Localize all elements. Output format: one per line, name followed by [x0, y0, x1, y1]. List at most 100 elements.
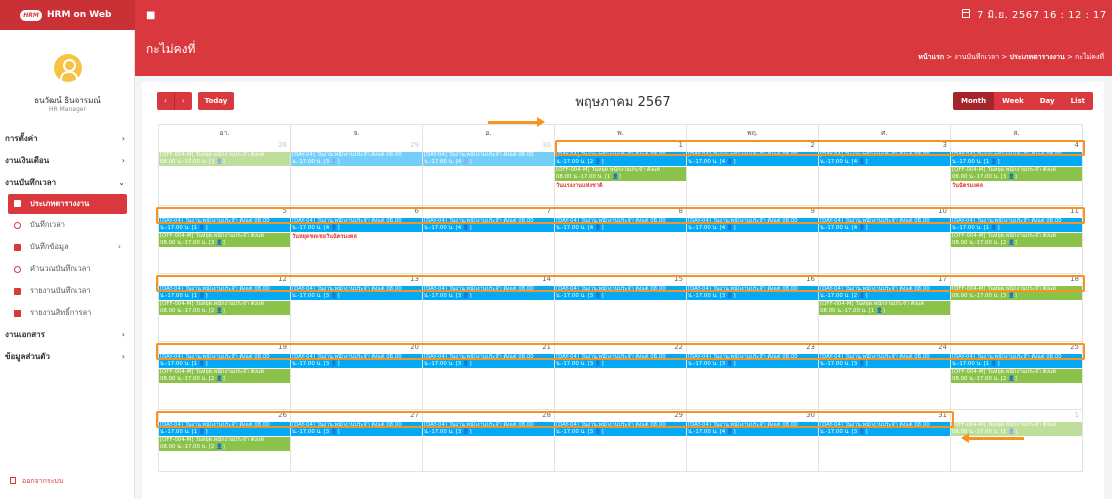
calendar-event[interactable]: [DAY-04] วันงาน.พนักงานประจำ ตั้งแต่ 08.…: [687, 354, 818, 368]
calendar-day[interactable]: 16 [DAY-04] วันงาน.พนักงานประจำ ตั้งแต่ …: [687, 274, 819, 341]
calendar-event[interactable]: [DAY-04] วันงาน.พนักงานประจำ ตั้งแต่ 08.…: [423, 286, 554, 300]
calendar-event[interactable]: [OFF-004-M] วันหยุด.พนักงานประจำ ตั้งแต่…: [159, 301, 290, 315]
calendar-day[interactable]: 12 [DAY-04] วันงาน.พนักงานประจำ ตั้งแต่ …: [159, 274, 291, 341]
calendar-event[interactable]: [DAY-04] วันงาน.พนักงานประจำ ตั้งแต่ 08.…: [423, 354, 554, 368]
calendar-day[interactable]: 28 [OFF-004-M] วันหยุด.พนักงานประจำ ตั้ง…: [159, 140, 291, 205]
calendar-event[interactable]: [DAY-04] วันงาน.พนักงานประจำ ตั้งแต่ 08.…: [951, 354, 1082, 368]
calendar-day[interactable]: 14 [DAY-04] วันงาน.พนักงานประจำ ตั้งแต่ …: [423, 274, 555, 341]
sidebar-subitem-leave-report[interactable]: รายงานสิทธิ์การลา: [0, 302, 135, 324]
calendar-day[interactable]: 15 [DAY-04] วันงาน.พนักงานประจำ ตั้งแต่ …: [555, 274, 687, 341]
calendar-day[interactable]: 27 [DAY-04] วันงาน.พนักงานประจำ ตั้งแต่ …: [291, 410, 423, 471]
calendar-day[interactable]: 2 [DAY-04] วันงาน.พนักงานประจำ ตั้งแต่ 0…: [687, 140, 819, 205]
sidebar-item-payroll[interactable]: งานเงินเดือน ›: [0, 150, 135, 172]
view-week-button[interactable]: Week: [994, 92, 1032, 110]
sidebar-item-settings[interactable]: การตั้งค่า ›: [0, 128, 135, 150]
calendar-event[interactable]: [DAY-04] วันงาน.พนักงานประจำ ตั้งแต่ 08.…: [687, 218, 818, 232]
calendar-day[interactable]: 26 [DAY-04] วันงาน.พนักงานประจำ ตั้งแต่ …: [159, 410, 291, 471]
calendar-event[interactable]: [OFF-004-M] วันหยุด.พนักงานประจำ ตั้งแต่…: [159, 437, 290, 451]
breadcrumb-level1[interactable]: งานบันทึกเวลา: [954, 53, 999, 61]
calendar-day[interactable]: 22 [DAY-04] วันงาน.พนักงานประจำ ตั้งแต่ …: [555, 342, 687, 409]
sidebar-subitem-time-record[interactable]: บันทึกเวลา: [0, 214, 135, 236]
calendar-event[interactable]: [DAY-04] วันงาน.พนักงานประจำ ตั้งแต่ 08.…: [291, 354, 422, 368]
calendar-event[interactable]: [DAY-04] วันงาน.พนักงานประจำ ตั้งแต่ 08.…: [291, 286, 422, 300]
calendar-event[interactable]: [DAY-04] วันงาน.พนักงานประจำ ตั้งแต่ 08.…: [159, 218, 290, 232]
sidebar-subitem-record-data[interactable]: บันทึกข้อมูล ›: [0, 236, 135, 258]
calendar-day[interactable]: 11 [DAY-04] วันงาน.พนักงานประจำ ตั้งแต่ …: [951, 206, 1082, 273]
calendar-event[interactable]: [DAY-04] วันงาน.พนักงานประจำ ตั้งแต่ 08.…: [159, 422, 290, 436]
sidebar-subitem-time-report[interactable]: รายงานบันทึกเวลา: [0, 280, 135, 302]
avatar[interactable]: [54, 54, 82, 82]
calendar-day[interactable]: 1 [OFF-004-M] วันหยุด.พนักงานประจำ ตั้งแ…: [951, 410, 1082, 471]
calendar-event[interactable]: [DAY-04] วันงาน.พนักงานประจำ ตั้งแต่ 08.…: [291, 422, 422, 436]
calendar-day[interactable]: 23 [DAY-04] วันงาน.พนักงานประจำ ตั้งแต่ …: [687, 342, 819, 409]
breadcrumb-level2[interactable]: ประเภทตารางงาน: [1010, 53, 1065, 61]
calendar-event[interactable]: [OFF-004-M] วันหยุด.พนักงานประจำ ตั้งแต่…: [951, 233, 1082, 247]
view-month-button[interactable]: Month: [953, 92, 995, 110]
calendar-event[interactable]: [DAY-04] วันงาน.พนักงานประจำ ตั้งแต่ 08.…: [819, 152, 950, 166]
calendar-event[interactable]: [DAY-04] วันงาน.พนักงานประจำ ตั้งแต่ 08.…: [555, 286, 686, 300]
calendar-event[interactable]: [DAY-04] วันงาน.พนักงานประจำ ตั้งแต่ 08.…: [555, 354, 686, 368]
calendar-event[interactable]: [DAY-04] วันงาน.พนักงานประจำ ตั้งแต่ 08.…: [819, 354, 950, 368]
calendar-day[interactable]: 18 [OFF-004-M] วันหยุด.พนักงานประจำ ตั้ง…: [951, 274, 1082, 341]
calendar-event[interactable]: [DAY-04] วันงาน.พนักงานประจำ ตั้งแต่ 08.…: [555, 152, 686, 166]
calendar-day[interactable]: 1 [DAY-04] วันงาน.พนักงานประจำ ตั้งแต่ 0…: [555, 140, 687, 205]
calendar-day[interactable]: 30 [DAY-04] วันงาน.พนักงานประจำ ตั้งแต่ …: [423, 140, 555, 205]
calendar-event[interactable]: [OFF-004-M] วันหยุด.พนักงานประจำ ตั้งแต่…: [159, 233, 290, 247]
calendar-day[interactable]: 13 [DAY-04] วันงาน.พนักงานประจำ ตั้งแต่ …: [291, 274, 423, 341]
calendar-event[interactable]: [DAY-04] วันงาน.พนักงานประจำ ตั้งแต่ 08.…: [159, 286, 290, 300]
calendar-day[interactable]: 4 [DAY-04] วันงาน.พนักงานประจำ ตั้งแต่ 0…: [951, 140, 1082, 205]
logout-link[interactable]: ออกจากระบบ: [10, 476, 63, 487]
calendar-event[interactable]: [OFF-004-M] วันหยุด.พนักงานประจำ ตั้งแต่…: [159, 369, 290, 383]
calendar-event[interactable]: [DAY-04] วันงาน.พนักงานประจำ ตั้งแต่ 08.…: [291, 152, 422, 166]
calendar-event[interactable]: [DAY-04] วันงาน.พนักงานประจำ ตั้งแต่ 08.…: [687, 422, 818, 436]
sidebar-item-time-attendance[interactable]: งานบันทึกเวลา ⌄: [0, 172, 135, 194]
calendar-day[interactable]: 21 [DAY-04] วันงาน.พนักงานประจำ ตั้งแต่ …: [423, 342, 555, 409]
calendar-day[interactable]: 31 [DAY-04] วันงาน.พนักงานประจำ ตั้งแต่ …: [819, 410, 951, 471]
calendar-event[interactable]: [DAY-04] วันงาน.พนักงานประจำ ตั้งแต่ 08.…: [555, 218, 686, 232]
menu-toggle-icon[interactable]: ■: [146, 10, 155, 21]
calendar-event[interactable]: [DAY-04] วันงาน.พนักงานประจำ ตั้งแต่ 08.…: [423, 422, 554, 436]
calendar-event[interactable]: [DAY-04] วันงาน.พนักงานประจำ ตั้งแต่ 08.…: [423, 218, 554, 232]
calendar-event[interactable]: [OFF-004-M] วันหยุด.พนักงานประจำ ตั้งแต่…: [951, 422, 1082, 436]
view-list-button[interactable]: List: [1062, 92, 1093, 110]
calendar-day[interactable]: 25 [DAY-04] วันงาน.พนักงานประจำ ตั้งแต่ …: [951, 342, 1082, 409]
calendar-day[interactable]: 10 [DAY-04] วันงาน.พนักงานประจำ ตั้งแต่ …: [819, 206, 951, 273]
calendar-event[interactable]: [DAY-04] วันงาน.พนักงานประจำ ตั้งแต่ 08.…: [687, 152, 818, 166]
calendar-event[interactable]: [DAY-04] วันงาน.พนักงานประจำ ตั้งแต่ 08.…: [423, 152, 554, 166]
calendar-day[interactable]: 30 [DAY-04] วันงาน.พนักงานประจำ ตั้งแต่ …: [687, 410, 819, 471]
sidebar-subitem-schedule-type[interactable]: ประเภทตารางงาน: [8, 194, 127, 214]
calendar-event[interactable]: [DAY-04] วันงาน.พนักงานประจำ ตั้งแต่ 08.…: [951, 152, 1082, 166]
calendar-event[interactable]: [OFF-004-M] วันหยุด.พนักงานประจำ ตั้งแต่…: [555, 167, 686, 181]
calendar-day[interactable]: 29 [DAY-04] วันงาน.พนักงานประจำ ตั้งแต่ …: [555, 410, 687, 471]
calendar-day[interactable]: 19 [DAY-04] วันงาน.พนักงานประจำ ตั้งแต่ …: [159, 342, 291, 409]
calendar-event[interactable]: [DAY-04] วันงาน.พนักงานประจำ ตั้งแต่ 08.…: [555, 422, 686, 436]
breadcrumb-home[interactable]: หน้าแรก: [918, 53, 944, 61]
calendar-event[interactable]: [DAY-04] วันงาน.พนักงานประจำ ตั้งแต่ 08.…: [819, 286, 950, 300]
calendar-day[interactable]: 29 [DAY-04] วันงาน.พนักงานประจำ ตั้งแต่ …: [291, 140, 423, 205]
calendar-event[interactable]: [DAY-04] วันงาน.พนักงานประจำ ตั้งแต่ 08.…: [819, 422, 950, 436]
calendar-day[interactable]: 9 [DAY-04] วันงาน.พนักงานประจำ ตั้งแต่ 0…: [687, 206, 819, 273]
calendar-event[interactable]: [DAY-04] วันงาน.พนักงานประจำ ตั้งแต่ 08.…: [951, 218, 1082, 232]
calendar-event[interactable]: [OFF-004-M] วันหยุด.พนักงานประจำ ตั้งแต่…: [951, 286, 1082, 300]
calendar-day[interactable]: 6 [DAY-04] วันงาน.พนักงานประจำ ตั้งแต่ 0…: [291, 206, 423, 273]
calendar-day[interactable]: 17 [DAY-04] วันงาน.พนักงานประจำ ตั้งแต่ …: [819, 274, 951, 341]
calendar-day[interactable]: 7 [DAY-04] วันงาน.พนักงานประจำ ตั้งแต่ 0…: [423, 206, 555, 273]
calendar-event[interactable]: [DAY-04] วันงาน.พนักงานประจำ ตั้งแต่ 08.…: [687, 286, 818, 300]
calendar-day[interactable]: 5 [DAY-04] วันงาน.พนักงานประจำ ตั้งแต่ 0…: [159, 206, 291, 273]
brand[interactable]: HRM HRM on Web: [0, 0, 135, 30]
calendar-day[interactable]: 3 [DAY-04] วันงาน.พนักงานประจำ ตั้งแต่ 0…: [819, 140, 951, 205]
calendar-day[interactable]: 20 [DAY-04] วันงาน.พนักงานประจำ ตั้งแต่ …: [291, 342, 423, 409]
sidebar-subitem-calc-time[interactable]: คำนวณบันทึกเวลา: [0, 258, 135, 280]
calendar-day[interactable]: 8 [DAY-04] วันงาน.พนักงานประจำ ตั้งแต่ 0…: [555, 206, 687, 273]
view-day-button[interactable]: Day: [1031, 92, 1063, 110]
sidebar-item-documents[interactable]: งานเอกสาร ›: [0, 324, 135, 346]
calendar-event[interactable]: [OFF-004-M] วันหยุด.พนักงานประจำ ตั้งแต่…: [819, 301, 950, 315]
calendar-event[interactable]: [DAY-04] วันงาน.พนักงานประจำ ตั้งแต่ 08.…: [819, 218, 950, 232]
calendar-event[interactable]: [OFF-004-M] วันหยุด.พนักงานประจำ ตั้งแต่…: [159, 152, 290, 166]
calendar-event[interactable]: [OFF-004-M] วันหยุด.พนักงานประจำ ตั้งแต่…: [951, 167, 1082, 181]
calendar-day[interactable]: 28 [DAY-04] วันงาน.พนักงานประจำ ตั้งแต่ …: [423, 410, 555, 471]
calendar-event[interactable]: [OFF-004-M] วันหยุด.พนักงานประจำ ตั้งแต่…: [951, 369, 1082, 383]
calendar-event[interactable]: [DAY-04] วันงาน.พนักงานประจำ ตั้งแต่ 08.…: [291, 218, 422, 232]
sidebar-item-personal-info[interactable]: ข้อมูลส่วนตัว ›: [0, 346, 135, 368]
calendar-event[interactable]: [DAY-04] วันงาน.พนักงานประจำ ตั้งแต่ 08.…: [159, 354, 290, 368]
